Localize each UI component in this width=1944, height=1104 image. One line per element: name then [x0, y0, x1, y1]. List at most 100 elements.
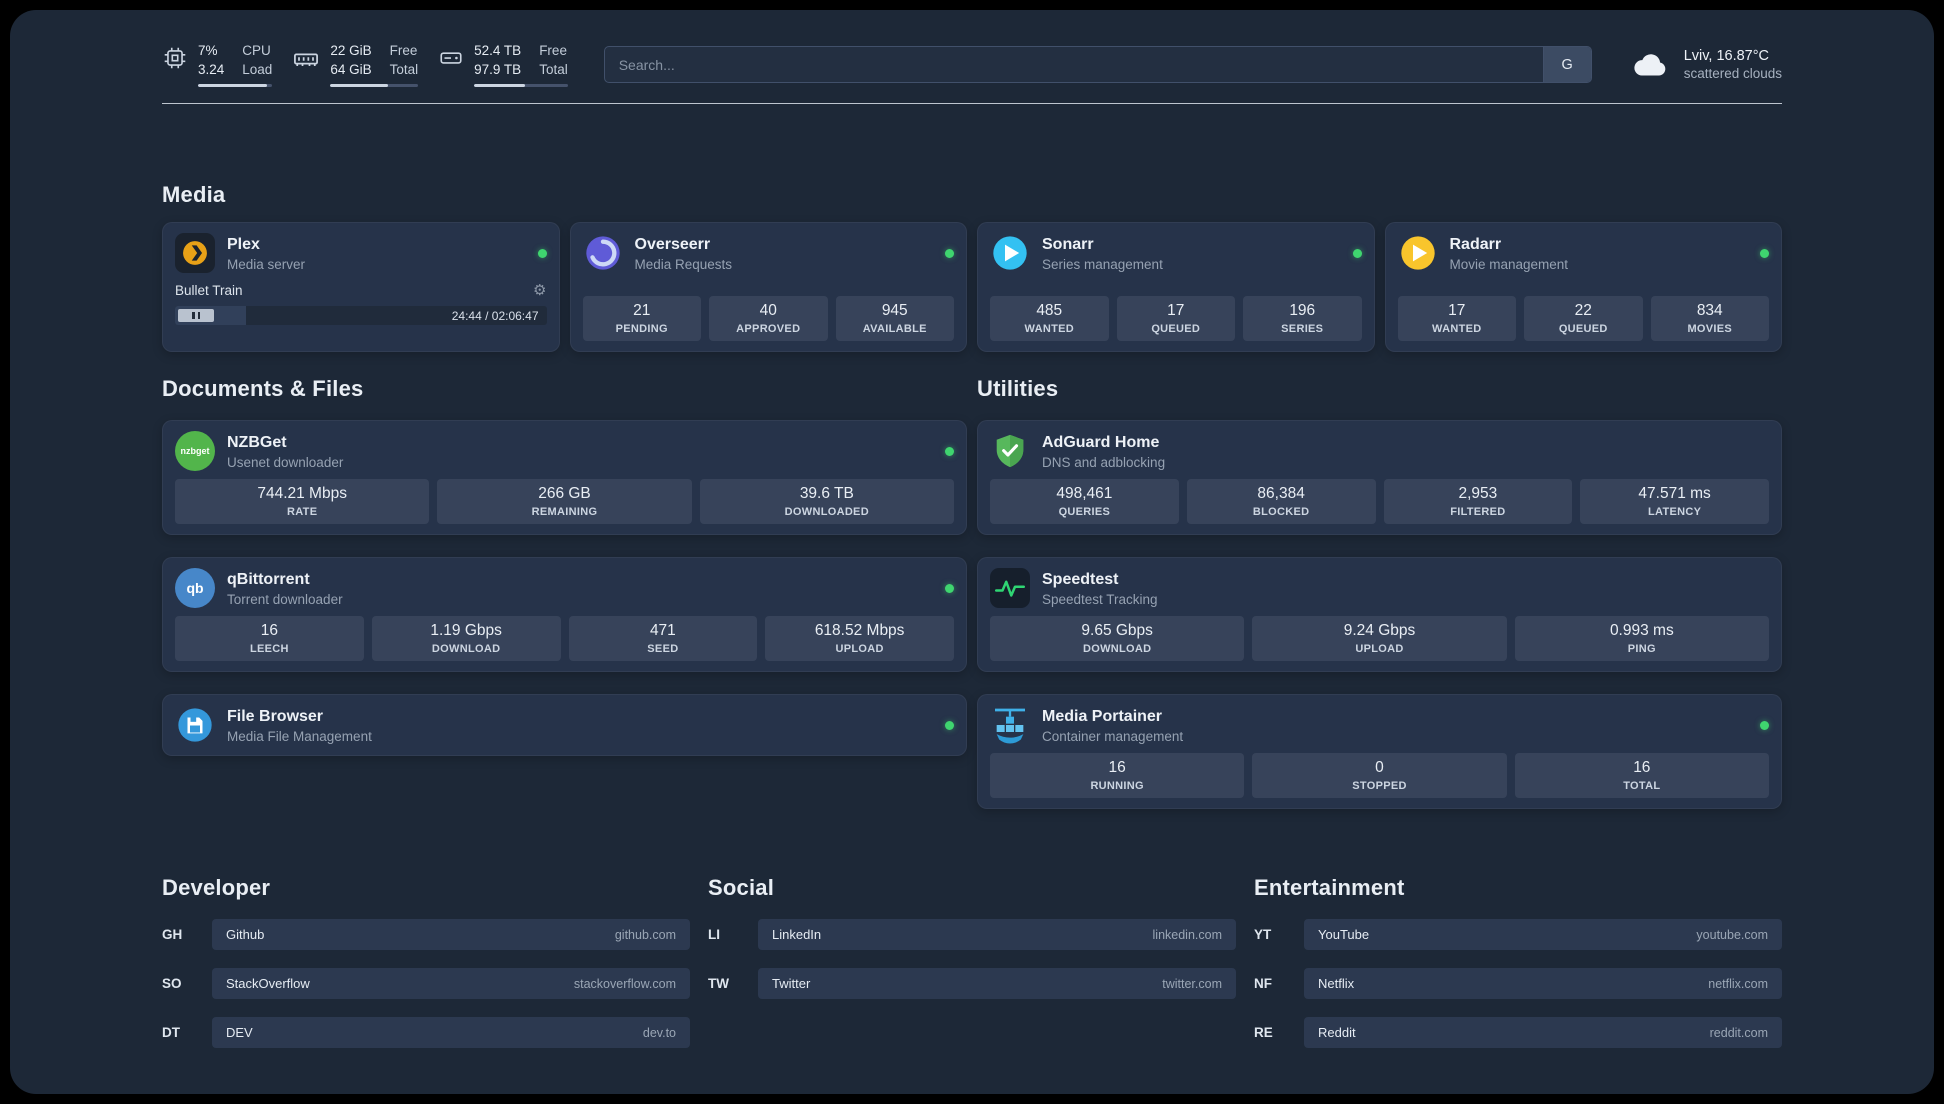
- ram-metric-values: 22 GiB Free 64 GiB Total: [330, 42, 418, 79]
- stat-label: DOWNLOADED: [784, 506, 869, 519]
- nzbget-icon-text: nzbget: [180, 445, 210, 456]
- ram-label-2: Total: [389, 62, 419, 78]
- app-card-plex[interactable]: Plex Media server Bullet Train ⚙ 24:44 /…: [162, 222, 560, 353]
- app-card-filebrowser[interactable]: File Browser Media File Management: [162, 694, 967, 757]
- radarr-icon: [1398, 233, 1438, 273]
- status-dot: [945, 248, 954, 258]
- stat-tile: 266 GB REMAINING: [437, 479, 692, 525]
- disk-icon: [438, 45, 464, 71]
- stat-label: WANTED: [1432, 323, 1482, 336]
- now-playing-row: Bullet Train ⚙: [175, 283, 547, 298]
- stat-tile: 21 PENDING: [582, 296, 701, 342]
- stat-label: RATE: [287, 506, 318, 519]
- cpu-metric: 7% CPU 3.24 Load: [162, 42, 273, 88]
- section-media: Media Plex Media server Bullet Train ⚙ 2…: [162, 182, 1782, 353]
- stat-label: DOWNLOAD: [431, 643, 501, 656]
- bookmark-dev[interactable]: DEV dev.to: [212, 1017, 690, 1049]
- stat-tile: 16 TOTAL: [1514, 753, 1769, 799]
- app-card-overseerr[interactable]: Overseerr Media Requests 21 PENDING 40 A…: [569, 222, 967, 353]
- bookmark-abbr: RE: [1254, 1025, 1273, 1041]
- disk-metric-values: 52.4 TB Free 97.9 TB Total: [474, 42, 568, 79]
- stat-tile: 86,384 BLOCKED: [1186, 479, 1376, 525]
- ram-icon: [292, 45, 320, 73]
- status-dot: [945, 446, 954, 456]
- nzbget-icon: nzbget: [175, 431, 215, 472]
- bookmark-domain: youtube.com: [1696, 927, 1768, 942]
- stat-tile: 945 AVAILABLE: [835, 296, 954, 342]
- bookmark-stackoverflow[interactable]: StackOverflow stackoverflow.com: [212, 968, 690, 1000]
- cpu-icon: [162, 45, 188, 71]
- bookmark-twitter[interactable]: Twitter twitter.com: [758, 968, 1236, 1000]
- stat-label: UPLOAD: [1355, 643, 1404, 656]
- stat-tile: 618.52 Mbps UPLOAD: [765, 616, 954, 662]
- pause-button[interactable]: [178, 309, 214, 323]
- status-dot: [1760, 720, 1769, 730]
- search-input[interactable]: [604, 47, 1543, 83]
- stat-label: MOVIES: [1687, 323, 1733, 336]
- stat-value: 834: [1696, 302, 1723, 320]
- stat-value: 22: [1574, 302, 1592, 320]
- stat-tile: 1.19 Gbps DOWNLOAD: [371, 616, 561, 662]
- bookmark-group-developer: Developer GH Github github.com SO StackO…: [162, 875, 690, 1049]
- bookmark-row: YT YouTube youtube.com: [1254, 919, 1782, 951]
- stat-tile: 16 LEECH: [175, 616, 364, 662]
- stat-label: BLOCKED: [1252, 506, 1310, 519]
- header-bar: 7% CPU 3.24 Load 22 GiB Free 64 GiB Tota…: [162, 42, 1782, 88]
- plex-icon: [175, 233, 215, 274]
- section-title-social: Social: [708, 875, 775, 901]
- stat-tile: 471 SEED: [568, 616, 758, 662]
- stat-label: LEECH: [249, 643, 289, 656]
- bookmark-group-entertainment: Entertainment YT YouTube youtube.com NF …: [1254, 875, 1782, 1049]
- dashboard-panel: 7% CPU 3.24 Load 22 GiB Free 64 GiB Tota…: [10, 10, 1934, 1094]
- bookmark-domain: twitter.com: [1162, 976, 1222, 991]
- stat-tile: 0 STOPPED: [1252, 753, 1507, 799]
- stat-tile: 9.24 Gbps UPLOAD: [1252, 616, 1507, 662]
- app-card-nzbget[interactable]: nzbget NZBGet Usenet downloader 744.21 M…: [162, 420, 967, 536]
- sonarr-icon: [990, 233, 1030, 273]
- app-card-speedtest[interactable]: Speedtest Speedtest Tracking 9.65 Gbps D…: [977, 557, 1782, 673]
- cpu-label-1: CPU: [242, 43, 271, 58]
- stat-value: 17: [1167, 302, 1185, 320]
- app-subtitle: Media Requests: [634, 257, 733, 273]
- gear-icon[interactable]: ⚙: [533, 283, 546, 298]
- bookmark-row: RE Reddit reddit.com: [1254, 1017, 1782, 1049]
- bookmark-name: Netflix: [1318, 976, 1355, 992]
- app-card-portainer[interactable]: Media Portainer Container management 16 …: [977, 694, 1782, 810]
- app-subtitle: Media File Management: [227, 729, 372, 745]
- bookmark-name: YouTube: [1318, 927, 1370, 943]
- search-engine-button[interactable]: G: [1542, 47, 1591, 83]
- adguard-icon: [990, 431, 1030, 471]
- app-name: Media Portainer: [1042, 707, 1163, 725]
- weather-text: Lviv, 16.87°C scattered clouds: [1684, 48, 1782, 81]
- stat-label: STOPPED: [1352, 780, 1407, 793]
- bookmark-domain: netflix.com: [1708, 976, 1768, 991]
- bookmark-row: DT DEV dev.to: [162, 1017, 690, 1049]
- app-name: Radarr: [1449, 235, 1502, 253]
- stat-value: 498,461: [1056, 485, 1113, 503]
- app-subtitle: DNS and adblocking: [1042, 455, 1166, 471]
- bookmark-linkedin[interactable]: LinkedIn linkedin.com: [758, 919, 1236, 951]
- app-card-qbittorrent[interactable]: qb qBittorrent Torrent downloader 16 LEE…: [162, 557, 967, 673]
- bookmark-abbr: LI: [708, 927, 720, 943]
- stat-value: 0.993 ms: [1609, 622, 1674, 640]
- stat-label: LATENCY: [1648, 506, 1702, 519]
- header-divider: [162, 103, 1782, 105]
- weather-condition: scattered clouds: [1683, 66, 1782, 82]
- app-card-sonarr[interactable]: Sonarr Series management 485 WANTED 17 Q…: [977, 222, 1375, 353]
- two-column-zone: Documents & Files nzbget NZBGet Usenet d…: [162, 376, 1782, 810]
- overseerr-icon: [583, 233, 623, 273]
- bookmark-github[interactable]: Github github.com: [212, 919, 690, 951]
- bookmark-netflix[interactable]: Netflix netflix.com: [1304, 968, 1782, 1000]
- bookmark-youtube[interactable]: YouTube youtube.com: [1304, 919, 1782, 951]
- app-name: qBittorrent: [227, 570, 310, 588]
- cpu-load-value: 3.24: [198, 62, 225, 78]
- app-card-adguard[interactable]: AdGuard Home DNS and adblocking 498,461 …: [977, 420, 1782, 536]
- bookmark-reddit[interactable]: Reddit reddit.com: [1304, 1017, 1782, 1049]
- app-card-radarr[interactable]: Radarr Movie management 17 WANTED 22 QUE…: [1384, 222, 1782, 353]
- cpu-metric-values: 7% CPU 3.24 Load: [198, 42, 272, 79]
- app-subtitle: Movie management: [1449, 257, 1569, 273]
- stat-label: PING: [1627, 643, 1656, 656]
- ram-free-value: 22 GiB: [330, 43, 372, 58]
- bookmark-row: TW Twitter twitter.com: [708, 968, 1236, 1000]
- speedtest-icon: [990, 568, 1030, 609]
